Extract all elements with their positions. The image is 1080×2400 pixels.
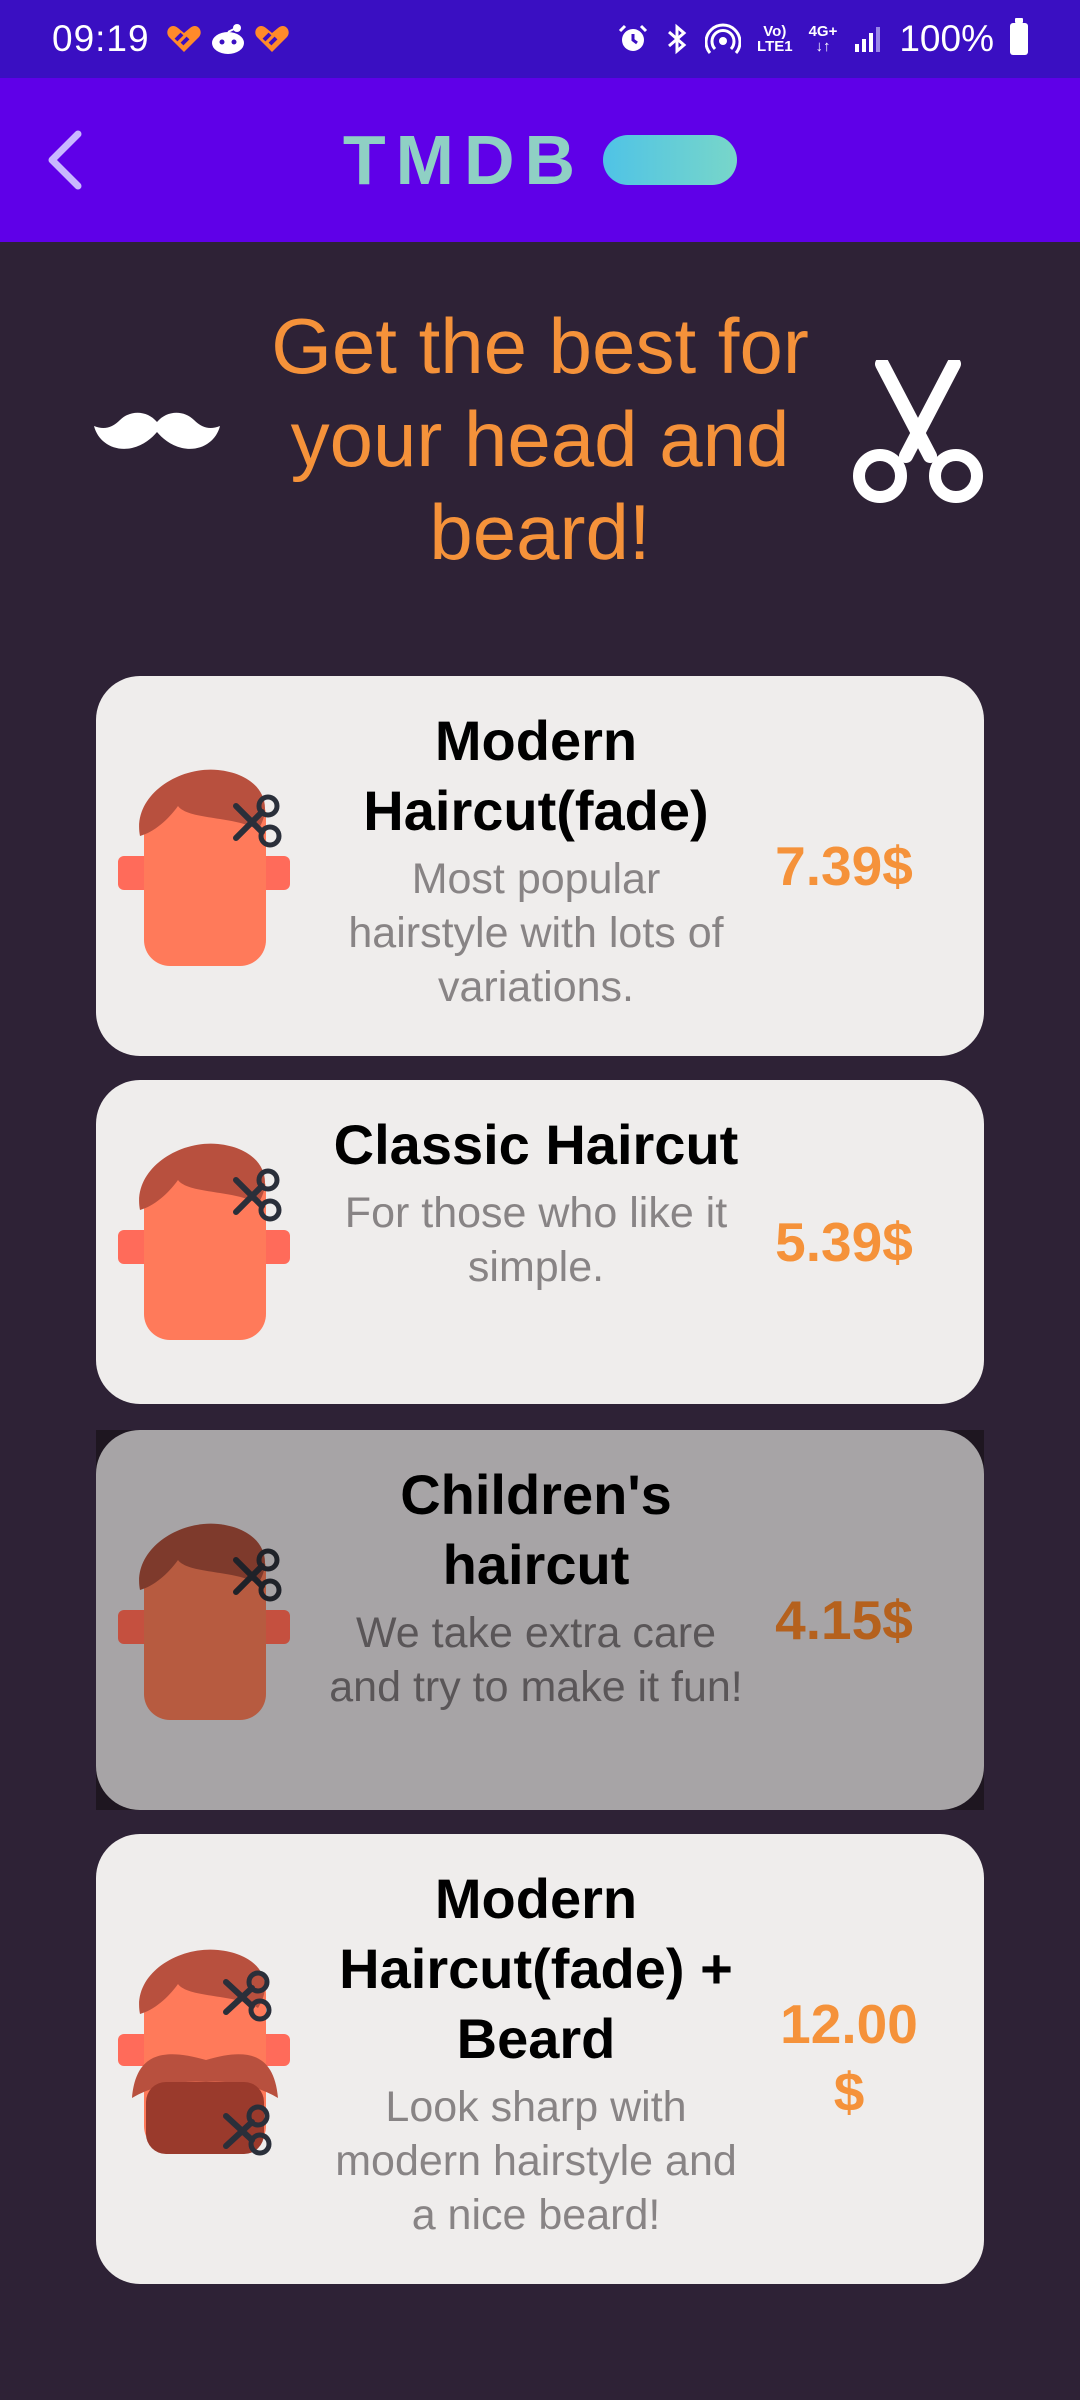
logo-text: TMDB	[342, 121, 586, 199]
hero-title: Get the best for your head and beard!	[271, 302, 809, 576]
card-text: Classic Haircut For those who like it si…	[326, 1110, 746, 1294]
hotspot-icon	[705, 23, 742, 54]
haircut-head-icon	[118, 769, 290, 966]
card-text: Modern Haircut(fade) Most popular hairst…	[326, 706, 746, 1014]
mustache-icon	[94, 412, 220, 449]
card-text: Children's haircut We take extra care an…	[326, 1460, 746, 1714]
hearts-app-icon	[166, 26, 201, 52]
reddit-icon	[211, 24, 244, 54]
signal-icon	[855, 27, 881, 52]
logo-pill	[603, 135, 738, 185]
service-card[interactable]: Modern Haircut(fade) + Beard Look sharp …	[96, 1834, 984, 2284]
beard-head-icon	[118, 1949, 290, 2156]
service-title: Children's haircut	[400, 1463, 672, 1596]
haircut-head-icon	[118, 1143, 290, 1340]
notification-icons	[166, 23, 290, 55]
hearts-app-icon-2	[254, 26, 289, 52]
network-type: 4G+ ↓↑	[808, 23, 838, 55]
app-logo: TMDB	[342, 120, 738, 200]
service-description: We take extra care and try to make it fu…	[329, 1609, 743, 1711]
battery-icon	[1010, 18, 1028, 55]
service-title: Modern Haircut(fade) + Beard	[339, 1867, 733, 2070]
back-arrow-icon	[48, 130, 82, 190]
back-button[interactable]	[28, 124, 100, 196]
service-card[interactable]: Modern Haircut(fade) Most popular hairst…	[96, 676, 984, 1056]
service-description: For those who like it simple.	[344, 1189, 728, 1291]
card-text: Modern Haircut(fade) + Beard Look sharp …	[326, 1864, 746, 2242]
service-card[interactable]: Children's haircut We take extra care an…	[96, 1430, 984, 1810]
service-price: 12.00 $	[780, 1993, 918, 2123]
app-bar: TMDB	[0, 78, 1080, 242]
scissors-icon	[853, 360, 983, 503]
service-description: Most popular hairstyle with lots of vari…	[348, 855, 724, 1011]
service-description: Look sharp with modern hairstyle and a n…	[335, 2083, 737, 2239]
service-title: Classic Haircut	[333, 1113, 739, 1176]
haircut-head-icon	[118, 1523, 290, 1720]
service-card[interactable]: Classic Haircut For those who like it si…	[96, 1080, 984, 1404]
status-time: 09:19	[52, 18, 150, 59]
volte-label: Vo) LTE1	[757, 23, 793, 55]
service-price: 7.39$	[775, 835, 913, 897]
status-bar: 09:19 Vo) LTE1 4G+ ↓↑ 100%	[0, 0, 1080, 78]
alarm-icon	[618, 24, 648, 51]
battery-percent: 100%	[899, 18, 994, 59]
service-price: 4.15$	[775, 1589, 913, 1651]
bluetooth-icon	[668, 23, 687, 55]
service-price: 5.39$	[775, 1211, 913, 1273]
service-title: Modern Haircut(fade)	[363, 709, 709, 842]
